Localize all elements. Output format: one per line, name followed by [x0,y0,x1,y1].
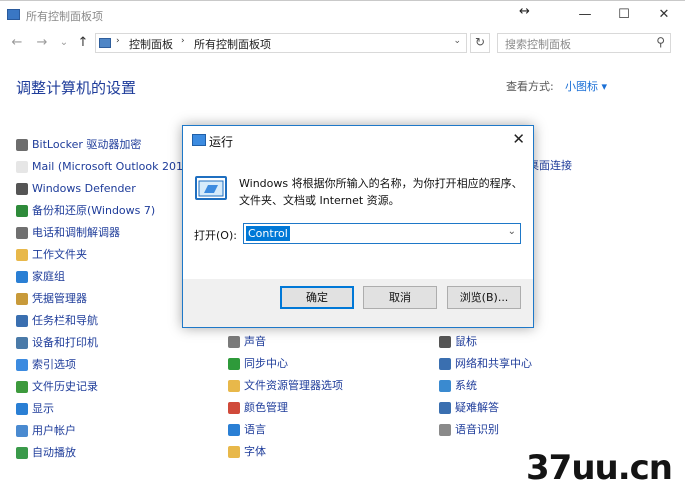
work-folders-icon [16,249,28,261]
view-by-dropdown[interactable]: 小图标 ▾ [565,78,607,94]
run-icon [192,134,206,146]
item-label: 备份和还原(Windows 7) [32,204,156,217]
item-label: BitLocker 驱动器加密 [32,138,142,151]
run-dialog-close-button[interactable]: ✕ [512,130,525,148]
item-label: 凭据管理器 [32,292,87,305]
item-label: 用户帐户 [32,424,76,437]
breadcrumb-separator: › [116,36,120,46]
item-label: 疑难解答 [455,401,499,414]
run-dialog: 运行 ✕ Windows 将根据你所输入的名称，为你打开相应的程序、 文件夹、文… [182,125,534,328]
language-icon [228,424,240,436]
open-combobox[interactable]: Control ⌄ [243,223,521,244]
item-label: 设备和打印机 [32,336,98,349]
recent-locations-button[interactable]: ⌄ [55,34,73,52]
index-icon [16,359,28,371]
run-dialog-title: 运行 [209,135,234,149]
item-label: 同步中心 [244,357,288,370]
breadcrumb-separator: › [181,36,185,46]
defender-icon [16,183,28,195]
homegroup-icon [16,271,28,283]
taskbar-icon [16,315,28,327]
item-label: 电话和调制解调器 [32,226,120,239]
item-label: 系统 [455,379,477,392]
user-accounts-icon [16,425,28,437]
watermark: 37uu.cn [526,448,673,488]
close-button[interactable]: ✕ [644,1,684,29]
item-label: 声音 [244,335,266,348]
address-field[interactable]: › 控制面板 › 所有控制面板项 ⌄ [95,33,467,53]
refresh-button[interactable]: ↻ [470,33,490,53]
run-dialog-footer: 确定 取消 浏览(B)... [183,279,533,327]
cancel-button[interactable]: 取消 [363,286,437,309]
address-bar: ← → ⌄ ↑ › 控制面板 › 所有控制面板项 ⌄ ↻ 搜索控制面板 ⚲ [0,30,685,56]
ok-button[interactable]: 确定 [280,286,354,309]
font-icon [228,446,240,458]
backup-icon [16,205,28,217]
phone-icon [16,227,28,239]
item-label: 语言 [244,423,266,436]
forward-button[interactable]: → [33,34,51,52]
item-label: 家庭组 [32,270,65,283]
item-label: 索引选项 [32,358,76,371]
item-label: 文件资源管理器选项 [244,379,343,392]
breadcrumb-all-items[interactable]: 所有控制面板项 [194,36,271,52]
item-label: 颜色管理 [244,401,288,414]
address-dropdown-button[interactable]: ⌄ [453,36,461,46]
run-program-icon [195,176,227,200]
mouse-icon [439,336,451,348]
view-by-label: 查看方式: [506,80,554,93]
page-heading: 调整计算机的设置 [16,79,137,97]
window-title: 所有控制面板项 [26,10,103,23]
minimize-button[interactable]: — [565,1,605,29]
file-history-icon [16,381,28,393]
run-description-line-2: 文件夹、文档或 Internet 资源。 [239,194,400,207]
search-icon[interactable]: ⚲ [656,35,665,49]
autoplay-icon [16,447,28,459]
run-dialog-body: Windows 将根据你所输入的名称，为你打开相应的程序、 文件夹、文档或 In… [183,155,533,279]
open-input-value[interactable]: Control [246,226,290,241]
maximize-button[interactable]: ☐ [604,1,644,29]
item-label: Mail (Microsoft Outlook 2016 [32,160,191,173]
control-panel-icon [99,38,111,48]
mail-icon [16,161,28,173]
item-label: 文件历史记录 [32,380,98,393]
item-label: 鼠标 [455,335,477,348]
credential-icon [16,293,28,305]
color-icon [228,402,240,414]
run-dialog-titlebar: 运行 ✕ [183,126,533,155]
run-description-line-1: Windows 将根据你所输入的名称，为你打开相应的程序、 [239,177,523,190]
item-label: 任务栏和导航 [32,314,98,327]
chevron-down-icon[interactable]: ⌄ [508,226,516,237]
control-panel-icon [7,9,20,20]
sound-icon [228,336,240,348]
browse-button[interactable]: 浏览(B)... [447,286,521,309]
item-label: 字体 [244,445,266,458]
item-label: Windows Defender [32,182,136,195]
item-label: 网络和共享中心 [455,357,532,370]
item-label: 自动播放 [32,446,76,459]
search-placeholder: 搜索控制面板 [505,38,571,51]
back-button[interactable]: ← [8,34,26,52]
troubleshoot-icon [439,402,451,414]
sync-icon [228,358,240,370]
title-bar: 所有控制面板项 ↔ — ☐ ✕ [0,1,685,29]
move-cursor-icon: ↔ [519,4,530,19]
item-label: 工作文件夹 [32,248,87,261]
display-icon [16,403,28,415]
breadcrumb-control-panel[interactable]: 控制面板 [129,36,173,52]
item-label: 语音识别 [455,423,499,436]
speech-icon [439,424,451,436]
system-icon [439,380,451,392]
up-button[interactable]: ↑ [74,34,92,52]
devices-icon [16,337,28,349]
bitlocker-icon [16,139,28,151]
open-label: 打开(O): [194,229,237,242]
item-label: 桌面连接 [528,159,572,172]
search-input[interactable]: 搜索控制面板 ⚲ [497,33,671,53]
item-label: 显示 [32,402,54,415]
explorer-options-icon [228,380,240,392]
network-icon [439,358,451,370]
